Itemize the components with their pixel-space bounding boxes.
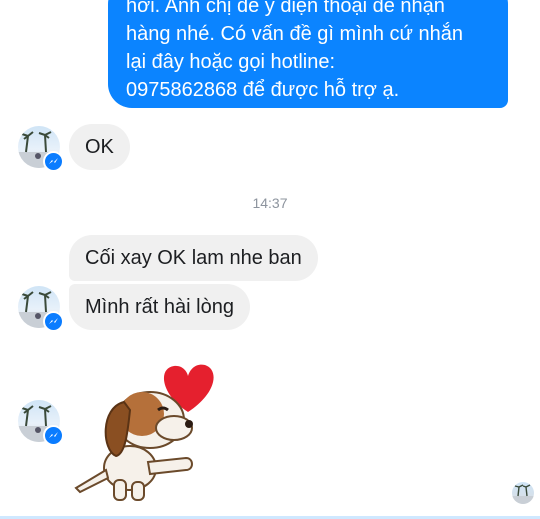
- puppy-heart-sticker-icon[interactable]: [70, 358, 220, 508]
- contact-avatar[interactable]: [18, 400, 64, 446]
- incoming-message-text: OK: [85, 136, 114, 158]
- incoming-message-bubble[interactable]: Mình rất hài lòng: [69, 284, 250, 330]
- incoming-message-text: Mình rất hài lòng: [85, 296, 234, 318]
- incoming-message-bubble[interactable]: OK: [69, 124, 130, 170]
- seen-avatar: [512, 482, 534, 504]
- message-timestamp: 14:37: [252, 195, 288, 211]
- messenger-badge-icon: [43, 311, 64, 332]
- outgoing-message-bubble[interactable]: hơi. Anh chị để ý điện thoại để nhận hàn…: [108, 0, 508, 108]
- messenger-badge-icon: [43, 425, 64, 446]
- outgoing-message-text: hơi. Anh chị để ý điện thoại để nhận hàn…: [126, 0, 463, 101]
- contact-avatar[interactable]: [18, 286, 64, 332]
- incoming-message-bubble[interactable]: Cối xay OK lam nhe ban: [69, 235, 318, 281]
- messenger-badge-icon: [43, 151, 64, 172]
- incoming-message-text: Cối xay OK lam nhe ban: [85, 247, 302, 269]
- contact-avatar[interactable]: [18, 126, 64, 172]
